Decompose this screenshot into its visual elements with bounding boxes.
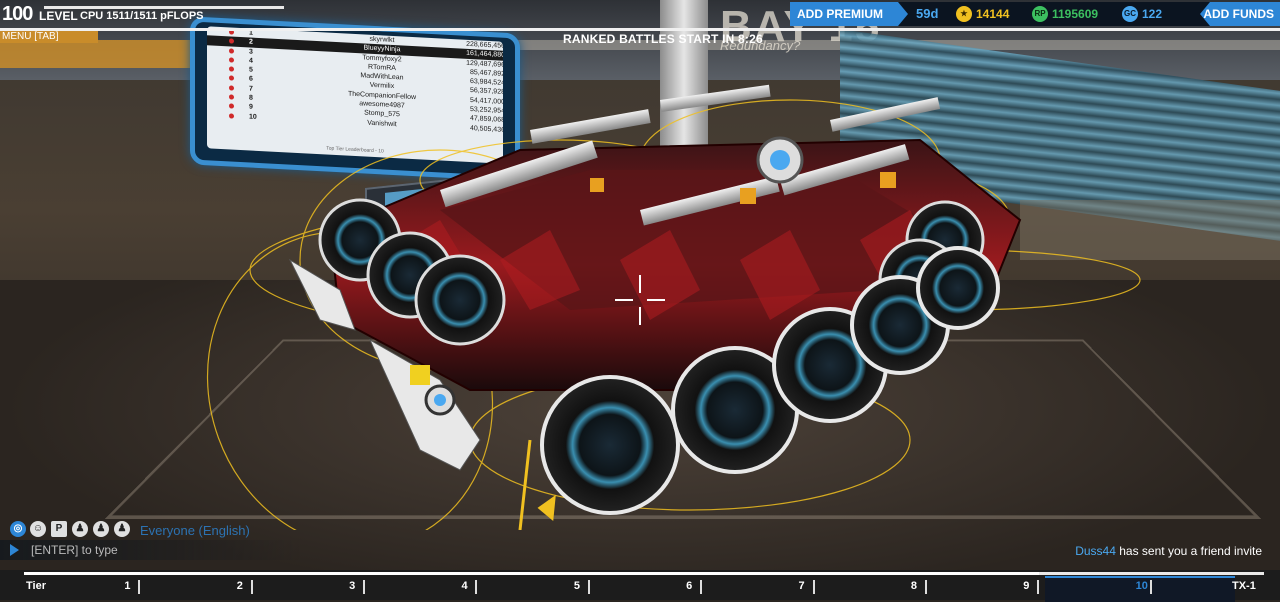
tier-label: 1 [124,580,131,592]
gc-icon: GC [1122,6,1138,22]
rp-icon: RP [1032,6,1048,22]
premium-days: 59d [916,6,939,21]
tier-tick [1149,580,1152,594]
tier-label: 9 [1023,580,1030,592]
tier-label: 10 [1135,580,1148,592]
tier-label: TX-1 [1232,580,1256,592]
tier-tick [250,580,253,594]
friends-icon[interactable]: ♟ [93,521,109,537]
tier-tick [1037,580,1040,594]
tier-progress-fill [24,572,1040,575]
custom-game-icon[interactable]: ♟ [114,521,130,537]
tier-tick [700,580,703,594]
chat-placeholder: [ENTER] to type [31,543,118,557]
tier-tick [812,580,815,594]
rank-marker-icon [229,47,234,54]
cpu-readout: CPU 1511/1511 pFLOPS [80,10,204,22]
ranked-battle-timer: RANKED BATTLES START IN 8:26 [563,32,763,46]
tier-tick [475,580,478,594]
invite-message: has sent you a friend invite [1115,544,1262,558]
robits-icon: ★ [956,6,972,22]
tier-label: 6 [686,580,693,592]
tier-label: 5 [573,580,580,592]
rp-balance: 1195609 [1052,7,1099,21]
tier-tick [924,580,927,594]
gc-balance: 122 [1142,7,1163,21]
add-funds-button[interactable]: ADD FUNDS [1200,2,1280,26]
tier-tick [363,580,366,594]
currency-bar: ADD PREMIUM 59d ★ 14144 RP 1195609 GC 12… [790,2,1280,26]
hud-divider [0,28,1280,31]
add-premium-button[interactable]: ADD PREMIUM [790,2,908,26]
invite-sender[interactable]: Duss44 [1075,544,1116,558]
robits-balance: 14144 [976,7,1010,21]
player-level: 100 [2,3,33,25]
chat-channel-label[interactable]: Everyone (English) [140,523,250,538]
top-hud: 100 LEVEL CPU 1511/1511 pFLOPS ADD PREMI… [0,0,1280,28]
tier-label: 8 [910,580,918,592]
tier-label: 2 [236,580,243,592]
rank-marker-icon [229,38,234,44]
crosshair-icon [615,275,665,325]
tier-label: 3 [349,580,356,592]
tier-title: Tier [26,580,46,592]
xp-progress-bar [44,6,284,9]
player-level-label: LEVEL [39,9,78,23]
tier-progress-bar: Tier 1 2 3 4 5 6 7 8 9 10 TX-1 [0,570,1280,602]
clan-icon[interactable]: ♟ [72,521,88,537]
globe-icon[interactable]: ◎ [10,521,26,537]
tier-label: 7 [798,580,805,592]
chat-caret-icon [10,544,19,556]
friend-invite-notification[interactable]: Duss44 has sent you a friend invite [1075,544,1262,558]
menu-tab-button[interactable]: MENU [TAB] [0,31,98,43]
chat-input[interactable]: [ENTER] to type [0,540,300,560]
tier-label: 4 [461,580,468,592]
tier-tick [138,580,141,594]
tier-tick [587,580,590,594]
accessibility-icon[interactable]: ☺ [30,521,46,537]
party-icon[interactable]: P [51,521,67,537]
